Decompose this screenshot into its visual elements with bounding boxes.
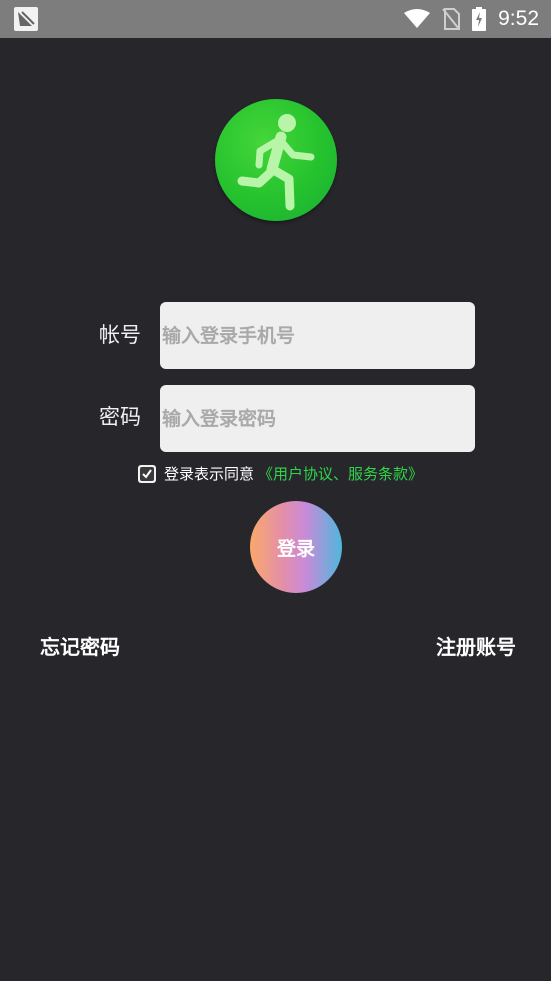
account-input[interactable] bbox=[160, 302, 475, 369]
app-logo bbox=[215, 99, 337, 221]
password-label: 密码 bbox=[99, 405, 141, 429]
login-button-label: 登录 bbox=[276, 537, 315, 560]
agreement-text: 登录表示同意 bbox=[164, 465, 255, 483]
password-input[interactable] bbox=[160, 385, 475, 452]
no-sim-icon bbox=[442, 8, 461, 30]
wifi-icon bbox=[404, 9, 431, 28]
battery-charging-icon bbox=[472, 7, 487, 31]
login-button[interactable]: 登录 bbox=[250, 501, 342, 593]
forgot-password-link[interactable]: 忘记密码 bbox=[40, 631, 120, 660]
status-icons: 9:52 bbox=[404, 0, 539, 38]
agreement-row: 登录表示同意 《用户协议、服务条款》 bbox=[138, 463, 423, 484]
status-time: 9:52 bbox=[498, 7, 539, 30]
running-person-icon bbox=[237, 114, 315, 211]
checkmark-icon bbox=[140, 466, 154, 481]
app-notification-icon bbox=[14, 7, 38, 31]
account-label: 帐号 bbox=[99, 323, 141, 347]
status-bar: 9:52 bbox=[0, 0, 551, 38]
register-link[interactable]: 注册账号 bbox=[436, 631, 516, 660]
agreement-checkbox[interactable] bbox=[138, 464, 156, 483]
agreement-link[interactable]: 《用户协议、服务条款》 bbox=[258, 463, 423, 484]
